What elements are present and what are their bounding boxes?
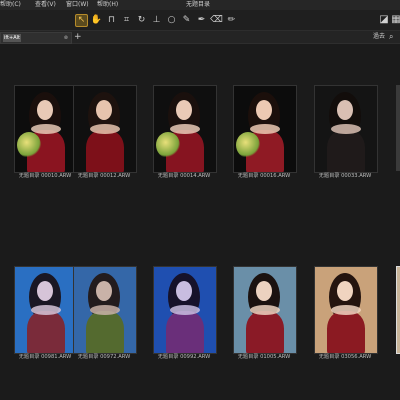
thumbnail-caption: 无题目录 00972.ARW xyxy=(77,354,131,360)
menu-item-help[interactable]: 帮助(H) xyxy=(97,0,118,10)
menu-item-view[interactable]: 查看(V) xyxy=(35,0,56,10)
stamp-icon[interactable]: ⊓ xyxy=(105,14,118,27)
thumbnail-caption: 无题目录 00012.ARW xyxy=(77,173,131,179)
straighten-icon[interactable]: ⊥ xyxy=(150,14,163,27)
pencil-icon[interactable]: ✏ xyxy=(225,14,238,27)
portrait-dress xyxy=(166,311,204,353)
brush-icon[interactable]: ✎ xyxy=(180,14,193,27)
thumbnail-caption: 无题目录 00033.ARW xyxy=(318,173,372,179)
portrait-dress xyxy=(246,311,284,353)
window-title: 无题目录 xyxy=(186,1,211,8)
portrait-shoulders xyxy=(331,124,361,134)
thumbnail-image-partial[interactable] xyxy=(396,266,400,354)
filter-label[interactable]: 過去 xyxy=(373,31,385,43)
thumbnail-image[interactable] xyxy=(14,266,78,354)
flower-bouquet xyxy=(156,132,180,158)
portrait-dress xyxy=(27,311,65,353)
tool-group: ↖ ✋ ⊓ ⌗ ↻ ⊥ ○ ✎ ✒ ⌫ ✏ xyxy=(75,13,255,27)
portrait-shoulders xyxy=(170,124,200,134)
thumbnail-caption: 无题目录 01005.ARW xyxy=(237,354,291,360)
toolbar: ↖ ✋ ⊓ ⌗ ↻ ⊥ ○ ✎ ✒ ⌫ ✏ ◪ ▦ xyxy=(0,10,400,31)
portrait-face xyxy=(96,281,112,301)
flower-bouquet xyxy=(236,132,260,158)
thumbnail-image[interactable] xyxy=(314,85,378,173)
thumbnail-image-partial[interactable] xyxy=(396,85,400,171)
portrait-face xyxy=(37,281,53,301)
portrait-face xyxy=(337,100,353,120)
thumbnail-image[interactable] xyxy=(233,266,297,354)
portrait-dress xyxy=(327,311,365,353)
portrait-face xyxy=(337,281,353,301)
portrait-face xyxy=(96,100,112,120)
menu-bar: 帮助(C) 查看(V) 窗口(W) 帮助(H) 无题目录 xyxy=(0,0,400,10)
thumbnail-image[interactable] xyxy=(153,266,217,354)
grid-view-icon[interactable]: ▦ xyxy=(390,14,400,25)
portrait-shoulders xyxy=(250,124,280,134)
flower-bouquet xyxy=(17,132,41,158)
portrait-shoulders xyxy=(31,305,61,315)
menu-item-window[interactable]: 窗口(W) xyxy=(66,0,89,10)
crop-icon[interactable]: ⌗ xyxy=(120,14,133,27)
thumbnail-image[interactable] xyxy=(153,85,217,173)
eraser-icon[interactable]: ⌫ xyxy=(210,14,223,27)
portrait-shoulders xyxy=(331,305,361,315)
portrait-face xyxy=(37,100,53,120)
thumbnail-caption: 无题目录 00016.ARW xyxy=(237,173,291,179)
portrait-dress xyxy=(86,130,124,172)
thumbnail-image[interactable] xyxy=(14,85,78,173)
hand-icon[interactable]: ✋ xyxy=(90,14,103,27)
portrait-dress xyxy=(86,311,124,353)
thumbnail-caption: 无题目录 03056.ARW xyxy=(318,354,372,360)
portrait-face xyxy=(256,281,272,301)
thumbnail-image[interactable] xyxy=(314,266,378,354)
portrait-face xyxy=(256,100,272,120)
portrait-shoulders xyxy=(31,124,61,134)
portrait-shoulders xyxy=(90,124,120,134)
thumbnail-grid: 无题目录 00010.ARW 无题目录 00012.ARW 无题目录 00014.A… xyxy=(0,44,400,400)
rotate-icon[interactable]: ↻ xyxy=(135,14,148,27)
tab-browser[interactable]: ift+Alt ⊗ xyxy=(0,32,72,44)
thumbnail-image[interactable] xyxy=(233,85,297,173)
edit-panel-icon[interactable]: ◪ xyxy=(378,14,390,25)
menu-item-edit[interactable]: 帮助(C) xyxy=(0,0,21,10)
portrait-face xyxy=(176,100,192,120)
thumbnail-image[interactable] xyxy=(73,85,137,173)
portrait-face xyxy=(176,281,192,301)
portrait-shoulders xyxy=(170,305,200,315)
circle-icon[interactable]: ○ xyxy=(165,14,178,27)
thumbnail-caption: 无题目录 00014.ARW xyxy=(157,173,211,179)
portrait-shoulders xyxy=(250,305,280,315)
tab-label: ift+Alt xyxy=(3,34,21,42)
search-icon[interactable]: ⌕ xyxy=(389,31,393,43)
close-icon[interactable]: ⊗ xyxy=(64,33,68,43)
tab-bar: ift+Alt ⊗ + 過去 ⌕ xyxy=(0,31,400,44)
portrait-dress xyxy=(327,130,365,172)
portrait-shoulders xyxy=(90,305,120,315)
add-tab-button[interactable]: + xyxy=(74,31,82,43)
thumbnail-image[interactable] xyxy=(73,266,137,354)
pen-icon[interactable]: ✒ xyxy=(195,14,208,27)
thumbnail-caption: 无题目录 00992.ARW xyxy=(157,354,211,360)
select-arrow-icon[interactable]: ↖ xyxy=(75,13,88,27)
